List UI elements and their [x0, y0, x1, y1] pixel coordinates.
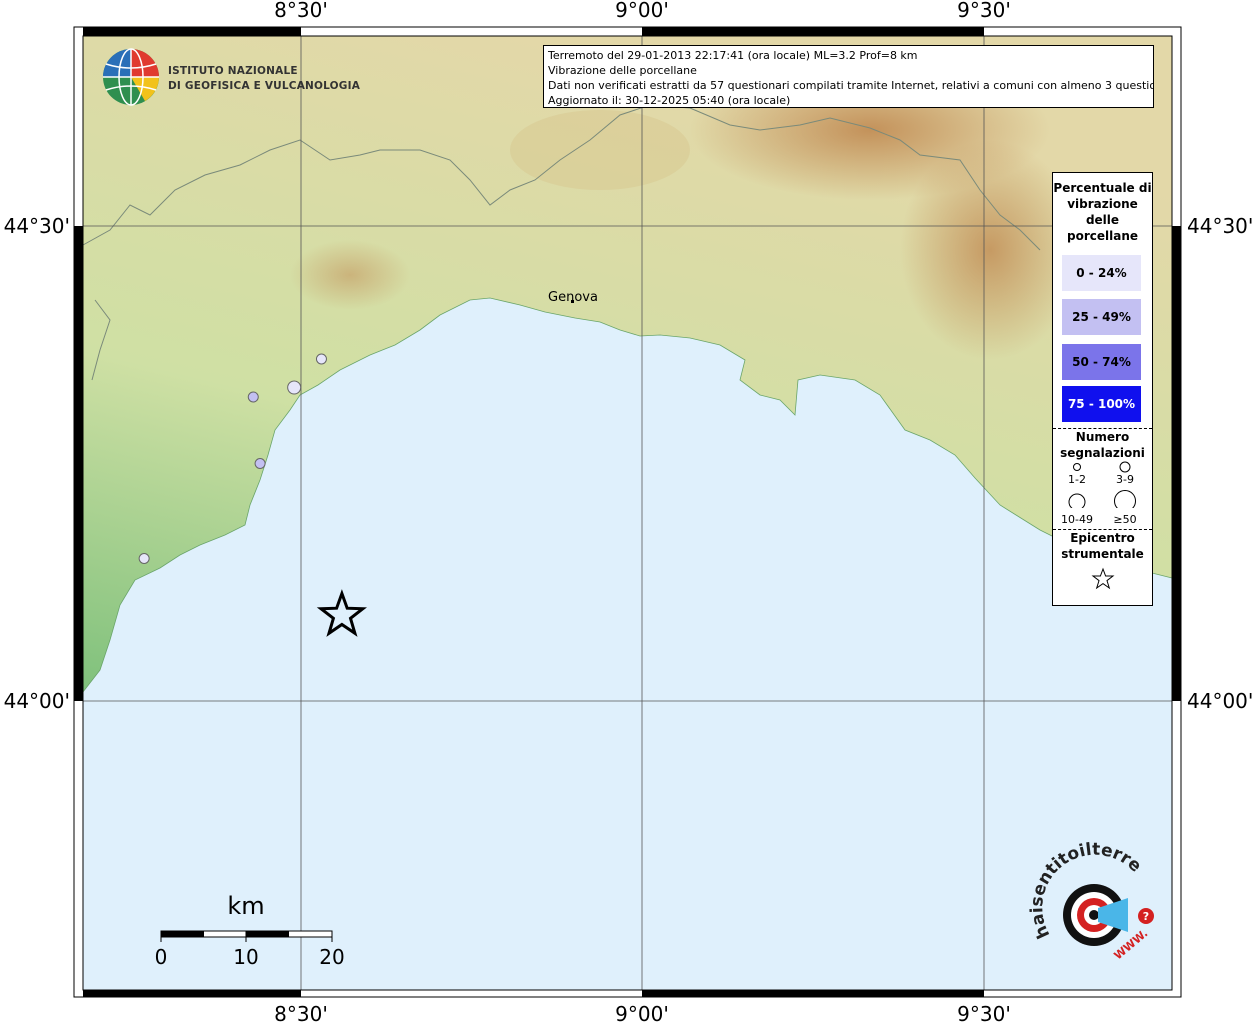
map-title: Vibrazione delle porcellane — [548, 64, 697, 77]
count-label: 3-9 — [1116, 473, 1134, 486]
count-label: 1-2 — [1068, 473, 1086, 486]
report-marker[interactable] — [247, 391, 259, 403]
ingv-name-line2: DI GEOFISICA E VULCANOLOGIA — [168, 80, 361, 92]
count-label: ≥50 — [1113, 513, 1137, 526]
ingv-globe-icon — [103, 48, 159, 106]
legend: Percentuale di vibrazione delle porcella… — [1052, 172, 1153, 606]
updated-line: Aggiornato il: 30-12-2025 05:40 (ora loc… — [548, 94, 791, 107]
count-label: 10-49 — [1061, 513, 1093, 526]
report-marker[interactable] — [138, 553, 150, 564]
relief-nw — [290, 240, 410, 310]
event-line: Terremoto del 29-01-2013 22:17:41 (ora l… — [548, 49, 918, 62]
legend-bin-3: 75 - 100% — [1062, 386, 1141, 422]
scale-label-0: 0 — [155, 945, 168, 969]
report-marker[interactable] — [254, 458, 266, 469]
scale-unit: km — [227, 892, 264, 920]
lon-tick-top: 9°00' — [615, 0, 669, 22]
legend-bin-1: 25 - 49% — [1062, 299, 1141, 335]
city-genova: Genova — [548, 290, 598, 305]
lat-tick-right: 44°00' — [1187, 689, 1253, 713]
lat-tick-left: 44°30' — [4, 214, 70, 238]
legend-bin-0: 0 - 24% — [1062, 255, 1141, 291]
legend-title: Percentuale di vibrazione delle porcella… — [1053, 181, 1152, 243]
scale-label-20: 20 — [319, 945, 344, 969]
event-info-box: Terremoto del 29-01-2013 22:17:41 (ora l… — [543, 45, 1154, 108]
lon-tick-top: 8°30' — [274, 0, 328, 22]
lat-tick-left: 44°00' — [4, 689, 70, 713]
count-circle-medium — [1119, 461, 1131, 473]
ingv-name-line1: ISTITUTO NAZIONALE — [168, 65, 298, 77]
lon-tick-bottom: 9°00' — [615, 1002, 669, 1024]
count-circle-large — [1068, 493, 1086, 508]
count-circle-small — [1073, 463, 1081, 471]
lon-tick-bottom: 9°30' — [957, 1002, 1011, 1024]
map-area — [82, 35, 1173, 990]
scale-label-10: 10 — [233, 945, 258, 969]
lon-tick-top: 9°30' — [957, 0, 1011, 22]
report-marker[interactable] — [315, 353, 327, 365]
lat-tick-right: 44°30' — [1187, 214, 1253, 238]
legend-bin-2: 50 - 74% — [1062, 344, 1141, 380]
count-circle-xlarge — [1114, 490, 1136, 508]
lon-tick-bottom: 8°30' — [274, 1002, 328, 1024]
count-title: Numero segnalazioni — [1060, 430, 1145, 460]
epicenter-title: Epicentro strumentale — [1061, 531, 1144, 561]
star-icon — [1091, 567, 1115, 590]
svg-text:?: ? — [1143, 910, 1149, 923]
report-marker[interactable] — [287, 380, 302, 395]
data-note: Dati non verificati estratti da 57 quest… — [548, 79, 1154, 92]
